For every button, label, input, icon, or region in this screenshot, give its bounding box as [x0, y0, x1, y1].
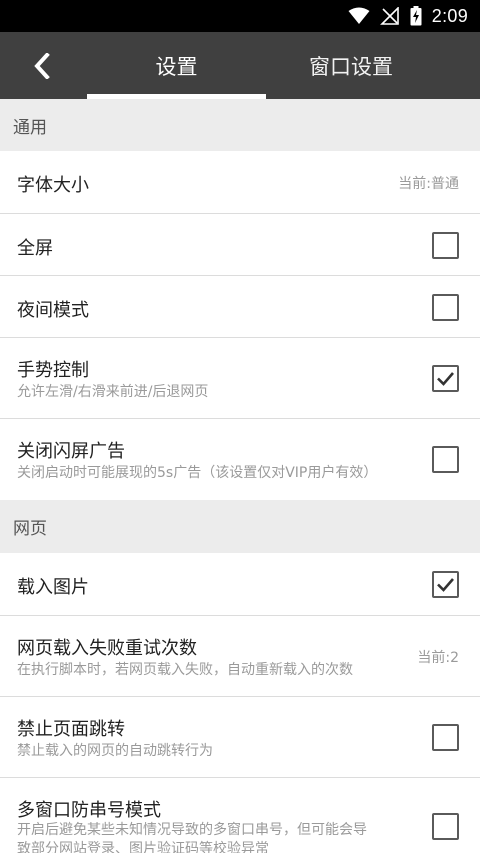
- setting-title: 全屏: [17, 238, 53, 259]
- setting-value: 当前:普通: [398, 176, 459, 192]
- setting-title: 多窗口防串号模式: [17, 800, 161, 821]
- setting-subtitle-line2: 致部分网站登录、图片验证码等校验异常: [17, 841, 269, 853]
- fullscreen-checkbox[interactable]: [432, 232, 459, 259]
- wifi-icon: [348, 7, 370, 24]
- setting-load-images[interactable]: 载入图片: [0, 553, 480, 616]
- gesture-checkbox[interactable]: [432, 365, 459, 392]
- setting-title: 字体大小: [17, 175, 89, 196]
- back-arrow-icon: [34, 53, 50, 79]
- setting-retry-count[interactable]: 网页载入失败重试次数 在执行脚本时，若网页载入失败，自动重新载入的次数 当前:2: [0, 616, 480, 697]
- setting-subtitle: 关闭启动时可能展现的5s广告（该设置仅对VIP用户有效）: [17, 465, 378, 481]
- section-header-general: 通用: [0, 99, 480, 151]
- setting-title: 关闭闪屏广告: [17, 441, 125, 462]
- toolbar: 设置 窗口设置: [0, 32, 480, 99]
- load-images-checkbox[interactable]: [432, 571, 459, 598]
- battery-charging-icon: [410, 6, 422, 26]
- setting-subtitle: 允许左滑/右滑来前进/后退网页: [17, 384, 209, 400]
- setting-multi-window[interactable]: 多窗口防串号模式 开启后避免某些未知情况导致的多窗口串号，但可能会导 致部分网站…: [0, 778, 480, 853]
- setting-title: 禁止页面跳转: [17, 719, 125, 740]
- setting-title: 网页载入失败重试次数: [17, 638, 197, 659]
- checkmark-icon: [437, 578, 454, 592]
- setting-font-size[interactable]: 字体大小 当前:普通: [0, 151, 480, 214]
- back-button[interactable]: [24, 48, 60, 84]
- setting-splash-ad[interactable]: 关闭闪屏广告 关闭启动时可能展现的5s广告（该设置仅对VIP用户有效）: [0, 419, 480, 500]
- setting-subtitle: 在执行脚本时，若网页载入失败，自动重新载入的次数: [17, 662, 353, 678]
- tab-window-settings[interactable]: 窗口设置: [266, 32, 436, 99]
- splash-ad-checkbox[interactable]: [432, 446, 459, 473]
- no-redirect-checkbox[interactable]: [432, 724, 459, 751]
- setting-no-redirect[interactable]: 禁止页面跳转 禁止载入的网页的自动跳转行为: [0, 697, 480, 778]
- multi-window-checkbox[interactable]: [432, 813, 459, 840]
- setting-title: 夜间模式: [17, 300, 89, 321]
- section-header-webpage: 网页: [0, 500, 480, 553]
- setting-subtitle: 禁止载入的网页的自动跳转行为: [17, 743, 213, 759]
- setting-subtitle-line1: 开启后避免某些未知情况导致的多窗口串号，但可能会导: [17, 822, 367, 838]
- setting-title: 载入图片: [17, 577, 89, 598]
- setting-value: 当前:2: [417, 650, 459, 666]
- status-time: 2:09: [431, 5, 468, 26]
- setting-night-mode[interactable]: 夜间模式: [0, 276, 480, 338]
- setting-title: 手势控制: [17, 360, 89, 381]
- setting-fullscreen[interactable]: 全屏: [0, 214, 480, 276]
- status-bar: 2:09: [0, 0, 480, 32]
- setting-gesture[interactable]: 手势控制 允许左滑/右滑来前进/后退网页: [0, 338, 480, 419]
- tab-settings[interactable]: 设置: [87, 32, 266, 99]
- no-signal-icon: [379, 7, 399, 25]
- checkmark-icon: [437, 372, 454, 386]
- night-mode-checkbox[interactable]: [432, 294, 459, 321]
